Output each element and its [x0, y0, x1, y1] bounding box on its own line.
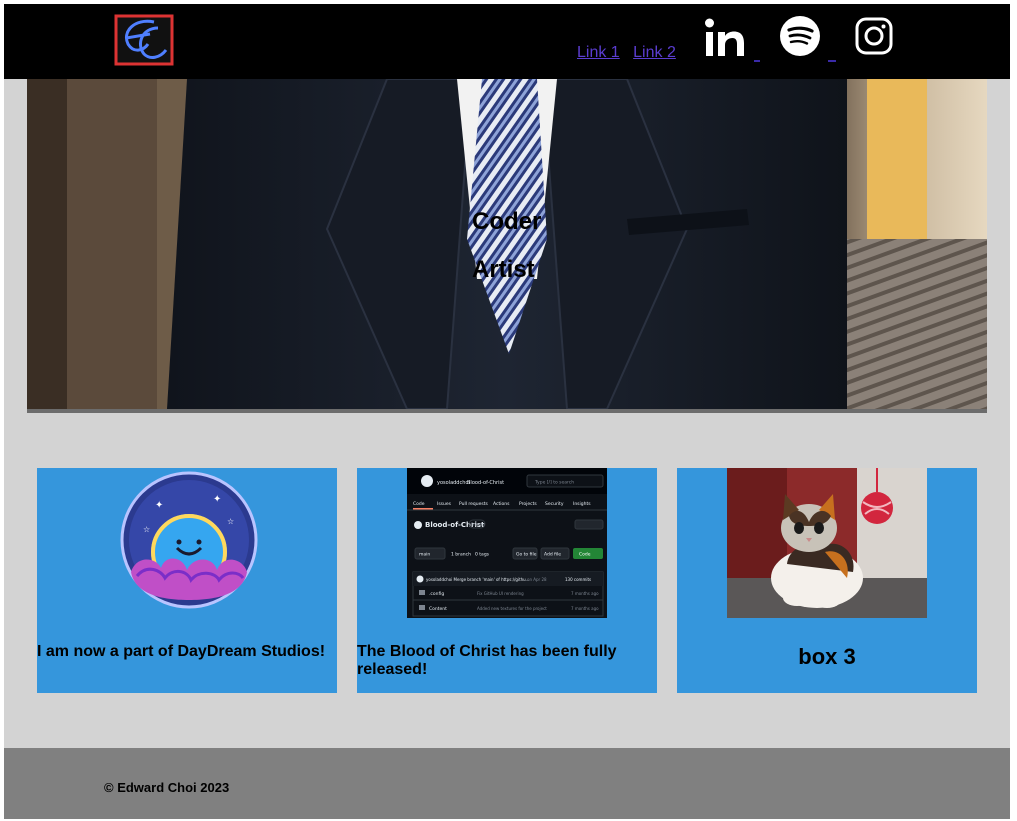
suit-photo — [27, 79, 987, 409]
svg-text:Go to file: Go to file — [516, 552, 537, 558]
kitten-photo — [727, 468, 927, 618]
svg-text:.config: .config — [429, 591, 444, 597]
copyright-text: © Edward Choi 2023 — [104, 780, 230, 795]
svg-text:☆: ☆ — [143, 525, 150, 534]
svg-text:Pull requests: Pull requests — [459, 501, 489, 507]
card-caption: I am now a part of DayDream Studios! — [37, 643, 326, 660]
nav-link-2[interactable]: Link 2 — [633, 44, 676, 61]
svg-text:main: main — [419, 552, 430, 558]
card-caption: The Blood of Christ has been fully relea… — [357, 643, 617, 678]
hero-title-coder: Coder — [472, 208, 542, 235]
instagram-link[interactable] — [854, 16, 894, 62]
svg-text:Code: Code — [579, 552, 591, 558]
linkedin-link[interactable] — [704, 16, 760, 62]
svg-text:Blood-of-Christ: Blood-of-Christ — [467, 480, 504, 486]
svg-text:Actions: Actions — [493, 501, 510, 507]
hero-divider — [27, 409, 987, 413]
svg-text:Added new textures for the pro: Added new textures for the project — [477, 606, 547, 611]
svg-text:130 commits: 130 commits — [565, 577, 591, 582]
svg-text:Code: Code — [413, 501, 425, 507]
svg-text:Type [/] to search: Type [/] to search — [534, 480, 574, 486]
nav-link-1[interactable]: Link 1 — [577, 44, 620, 61]
svg-text:Add file: Add file — [544, 552, 561, 558]
svg-text:1 branch: 1 branch — [451, 552, 471, 558]
svg-text:✦: ✦ — [155, 500, 163, 511]
svg-text:Insights: Insights — [573, 501, 591, 507]
svg-text:yosoladdchoi: yosoladdchoi — [437, 480, 470, 486]
linkedin-icon — [705, 18, 744, 56]
svg-text:✦: ✦ — [213, 494, 221, 505]
news-card-box3[interactable]: box 3 — [677, 468, 977, 693]
spotify-icon — [780, 16, 820, 56]
nav-links: Link 1 Link 2 — [577, 44, 685, 62]
card-caption: box 3 — [798, 644, 856, 669]
svg-text:7 months ago: 7 months ago — [571, 606, 599, 611]
hero-title-artist: Artist — [472, 256, 535, 283]
svg-text:7 months ago: 7 months ago — [571, 591, 599, 596]
svg-text:on Apr 28: on Apr 28 — [527, 577, 547, 582]
svg-text:Issues: Issues — [437, 501, 452, 507]
svg-text:Fix GitHub UI rendering: Fix GitHub UI rendering — [477, 591, 524, 596]
daydream-studios-logo: ✦ ✦ ☆ ☆ — [117, 468, 262, 613]
news-card-daydream[interactable]: ✦ ✦ ☆ ☆ I am now a part of DayDream Stud… — [37, 468, 337, 693]
news-card-blood-of-christ[interactable]: yosoladdchoi Blood-of-Christ Type [/] to… — [357, 468, 657, 693]
instagram-icon — [855, 17, 893, 55]
spotify-link[interactable] — [780, 16, 836, 62]
svg-text:yosoladdchoi Merge branch 'mai: yosoladdchoi Merge branch 'main' of http… — [426, 577, 530, 582]
svg-text:Content: Content — [429, 606, 447, 612]
svg-text:0 tags: 0 tags — [475, 552, 490, 558]
ec-logo-icon[interactable] — [114, 14, 174, 66]
hero-image — [27, 79, 987, 409]
svg-text:Projects: Projects — [519, 501, 537, 507]
svg-text:☆: ☆ — [227, 517, 234, 526]
svg-text:Security: Security — [545, 501, 564, 507]
site-footer: © Edward Choi 2023 — [4, 748, 1010, 819]
github-repo-screenshot: yosoladdchoi Blood-of-Christ Type [/] to… — [407, 468, 607, 618]
svg-text:Private: Private — [471, 522, 485, 527]
